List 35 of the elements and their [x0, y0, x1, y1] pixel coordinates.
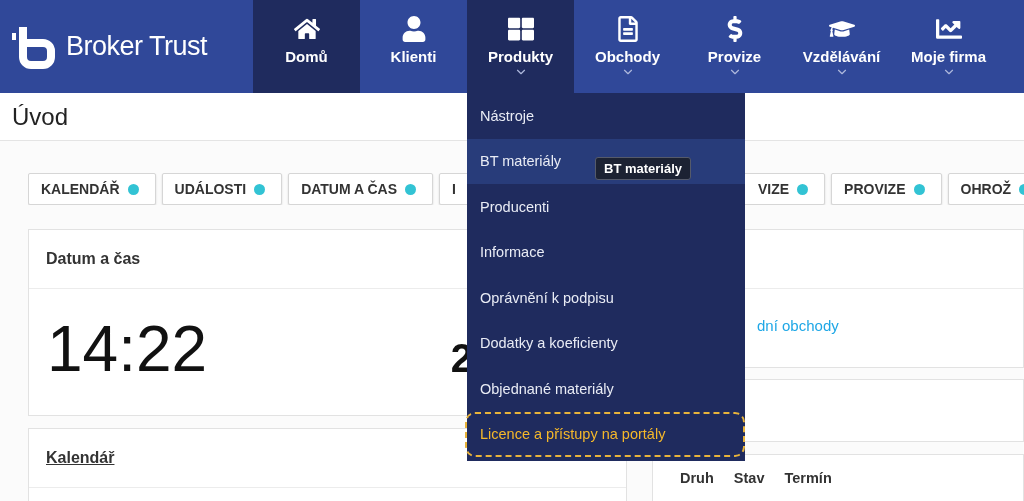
- filter-chip[interactable]: DATUM A ČAS: [288, 173, 434, 205]
- status-dot: [254, 183, 266, 195]
- menu-item[interactable]: Dodatky a koeficienty: [467, 320, 745, 366]
- status-dot: [405, 183, 417, 195]
- filter-chip[interactable]: OHROŽ: [947, 173, 1024, 205]
- filter-chip[interactable]: KALENDÁŘ: [28, 173, 156, 205]
- tooltip: BT materiály: [595, 157, 692, 180]
- nav-item[interactable]: Obchody: [574, 0, 681, 93]
- card-title: Datum a čas: [46, 250, 141, 268]
- nav-icon: [400, 16, 427, 42]
- page-title: Úvod: [12, 102, 69, 131]
- logo-text: Broker Trust: [66, 31, 208, 62]
- column-header: Druh: [680, 470, 714, 486]
- status-dot: [127, 183, 139, 195]
- nav-icon: [293, 16, 320, 42]
- menu-item[interactable]: Nástroje: [467, 93, 745, 139]
- clock-time: 14:22: [47, 312, 208, 386]
- column-header: Stav: [733, 470, 765, 486]
- menu-item[interactable]: Objednané materiály: [467, 366, 745, 412]
- nav-item[interactable]: Produkty: [467, 0, 574, 93]
- nav-icon: [507, 16, 534, 42]
- card-title[interactable]: Kalendář: [46, 449, 115, 467]
- column-header: Termín: [784, 470, 832, 486]
- nav-icon: [935, 16, 962, 42]
- menu-item[interactable]: Oprávnění k podpisu: [467, 275, 745, 321]
- status-dot: [797, 183, 809, 195]
- filter-chip[interactable]: PROVIZE: [831, 173, 942, 205]
- status-dot: [913, 183, 925, 195]
- nav-item[interactable]: Moje firma: [895, 0, 1002, 93]
- nav-item[interactable]: Domů: [253, 0, 360, 93]
- menu-item[interactable]: Informace: [467, 229, 745, 275]
- filter-chip[interactable]: UDÁLOSTI: [161, 173, 283, 205]
- nav-item[interactable]: Provize: [681, 0, 788, 93]
- nav-item[interactable]: Vzdělávání: [788, 0, 895, 93]
- nav-item[interactable]: Klienti: [360, 0, 467, 93]
